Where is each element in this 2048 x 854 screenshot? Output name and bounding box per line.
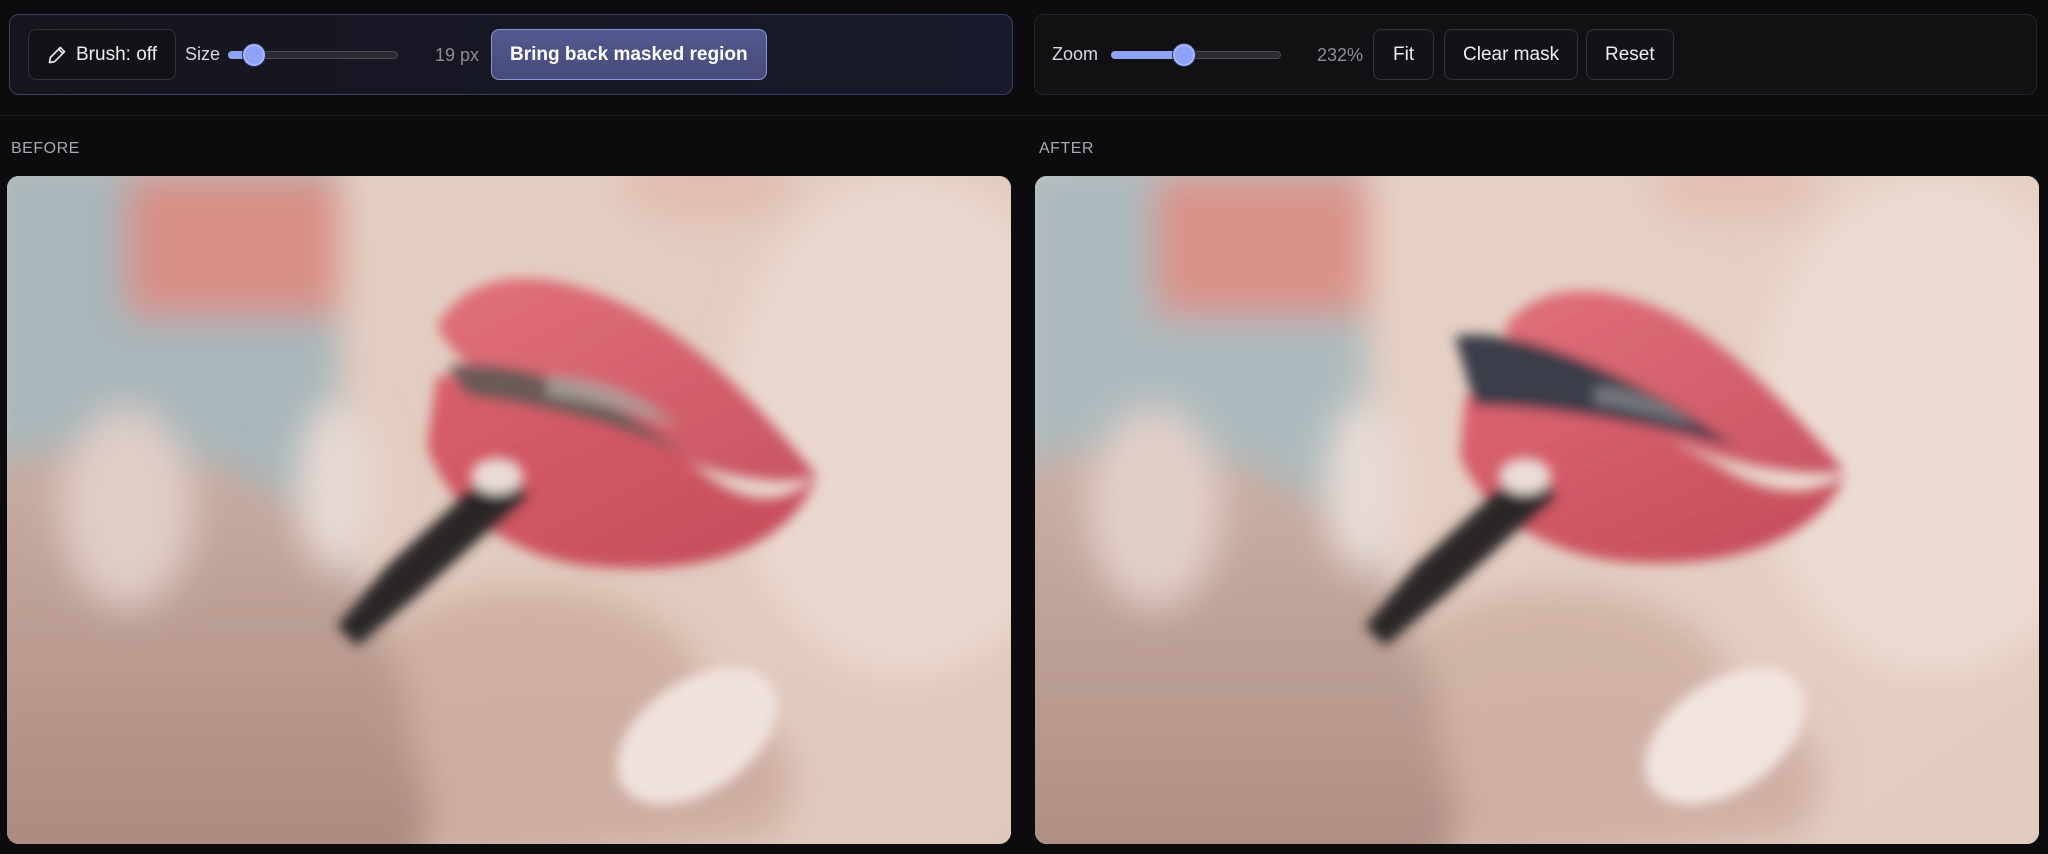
toolbar-row: Brush: off Size 19 px Bring back masked …	[0, 0, 2048, 116]
after-label: AFTER	[1039, 140, 1094, 157]
bring-back-masked-region-label: Bring back masked region	[510, 43, 748, 65]
clear-mask-button[interactable]: Clear mask	[1444, 29, 1579, 80]
zoom-slider[interactable]	[1111, 43, 1281, 67]
before-image[interactable]	[7, 176, 1011, 844]
zoom-slider-thumb[interactable]	[1173, 44, 1196, 66]
brush-controls-panel: Brush: off Size 19 px Bring back masked …	[9, 14, 1013, 95]
reset-button[interactable]: Reset	[1586, 29, 1674, 80]
view-controls-panel: Zoom 232% Fit Clear mask Reset	[1034, 14, 2037, 95]
fit-button[interactable]: Fit	[1373, 29, 1435, 80]
clear-mask-label: Clear mask	[1463, 43, 1560, 65]
size-slider[interactable]	[228, 43, 398, 67]
pencil-icon	[47, 45, 67, 65]
size-value: 19 px	[435, 45, 480, 65]
zoom-value: 232%	[1317, 45, 1364, 65]
fit-label: Fit	[1393, 43, 1415, 65]
zoom-label: Zoom	[1052, 44, 1099, 64]
brush-toggle-label: Brush: off	[76, 43, 157, 65]
after-image[interactable]	[1035, 176, 2039, 844]
bring-back-masked-region-button[interactable]: Bring back masked region	[491, 29, 767, 80]
before-label: BEFORE	[11, 140, 80, 157]
reset-label: Reset	[1605, 43, 1655, 65]
size-label: Size	[185, 44, 221, 64]
brush-toggle-button[interactable]: Brush: off	[28, 29, 176, 80]
size-slider-thumb[interactable]	[242, 44, 265, 66]
